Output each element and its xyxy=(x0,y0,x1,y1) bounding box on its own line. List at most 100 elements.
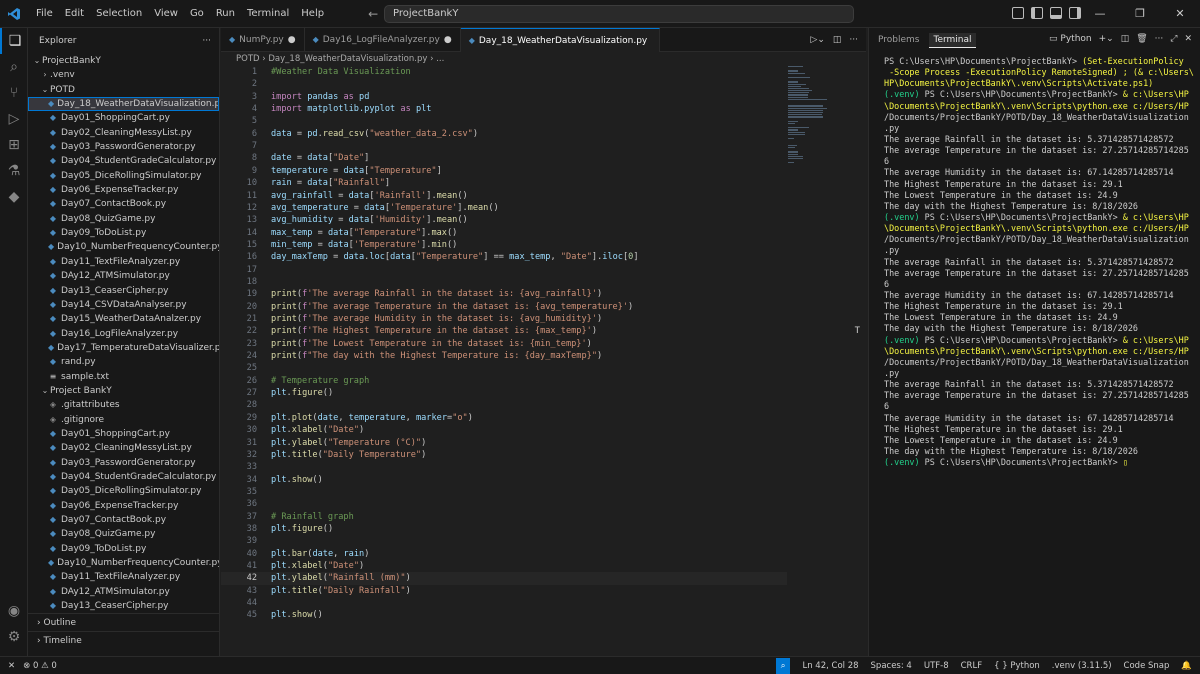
search-icon[interactable]: ⌕ xyxy=(0,54,28,80)
notifications-bell-icon[interactable]: 🔔 xyxy=(1181,661,1192,671)
code-line[interactable]: 43 plt.title("Daily Rainfall") xyxy=(221,585,787,597)
code-line[interactable]: 15 min_temp = data['Temperature'].min() xyxy=(221,239,787,251)
problems-status[interactable]: ⊗ 0 ⚠ 0 xyxy=(23,661,57,671)
testing-icon[interactable]: ⚗ xyxy=(0,158,28,184)
new-terminal-icon[interactable]: +⌄ xyxy=(1099,34,1114,44)
file-item[interactable]: ◆ Day11_TextFileAnalyzer.py xyxy=(28,570,219,584)
code-line[interactable]: 34 plt.show() xyxy=(221,474,787,486)
back-arrow-icon[interactable]: ← xyxy=(368,7,378,21)
account-icon[interactable]: ◉ xyxy=(0,598,28,624)
code-line[interactable]: 5 xyxy=(221,115,787,127)
more-actions-icon[interactable]: ··· xyxy=(1155,34,1164,44)
file-item[interactable]: ◆ Day04_StudentGradeCalculator.py xyxy=(28,154,219,168)
close-panel-icon[interactable]: ✕ xyxy=(1184,34,1192,44)
code-line[interactable]: 17 xyxy=(221,264,787,276)
file-item[interactable]: ◆ Day10_NumberFrequencyCounter.py xyxy=(28,240,219,254)
split-terminal-icon[interactable]: ◫ xyxy=(1121,34,1130,44)
code-line[interactable]: 32 plt.title("Daily Temperature") xyxy=(221,449,787,461)
code-line[interactable]: 42 plt.ylabel("Rainfall (mm)") xyxy=(221,572,787,585)
terminal-shell-icon[interactable]: ▭ Python xyxy=(1049,34,1092,44)
code-line[interactable]: 45 plt.show() xyxy=(221,609,787,621)
language-mode[interactable]: { } Python xyxy=(994,661,1040,671)
code-line[interactable]: 2 xyxy=(221,78,787,90)
code-line[interactable]: 37 # Rainfall graph xyxy=(221,511,787,523)
code-line[interactable]: 27 plt.figure() xyxy=(221,387,787,399)
breadcrumb-item[interactable]: Day_18_WeatherDataVisualization.py xyxy=(268,54,427,64)
menu-edit[interactable]: Edit xyxy=(59,0,90,28)
editor-tab[interactable]: ◆ NumPy.py ● xyxy=(221,28,305,52)
kill-terminal-icon[interactable]: 🗑 xyxy=(1136,34,1147,44)
menu-file[interactable]: File xyxy=(30,0,59,28)
code-line[interactable]: 20 print(f'The average Temperature in the… xyxy=(221,301,787,313)
file-item[interactable]: ◆ Day11_TextFileAnalyzer.py xyxy=(28,255,219,269)
code-line[interactable]: 10 rain = data["Rainfall"] xyxy=(221,177,787,189)
run-icon[interactable]: ▷⌄ xyxy=(810,35,824,45)
code-line[interactable]: 7 xyxy=(221,140,787,152)
indentation[interactable]: Spaces: 4 xyxy=(871,661,912,671)
editor-tab[interactable]: ◆ Day_18_WeatherDataVisualization.py xyxy=(460,28,661,52)
file-item[interactable]: ◆ Day06_ExpenseTracker.py xyxy=(28,499,219,513)
code-line[interactable]: 25 xyxy=(221,362,787,374)
folder-item[interactable]: ⌄ Project BankY xyxy=(28,384,219,398)
file-item[interactable]: ◆ Day04_StudentGradeCalculator.py xyxy=(28,470,219,484)
code-editor[interactable]: 1 #Weather Data Visualization 2 3 import pan… xyxy=(221,66,866,656)
file-item[interactable]: ≡ sample.txt xyxy=(28,370,219,384)
code-line[interactable]: 39 xyxy=(221,535,787,547)
code-line[interactable]: 19 print(f'The average Rainfall in the da… xyxy=(221,288,787,300)
breadcrumb-item[interactable]: ... xyxy=(436,54,444,64)
command-center-search[interactable]: ProjectBankY xyxy=(384,5,854,23)
source-control-icon[interactable]: ⑂ xyxy=(0,80,28,106)
file-item[interactable]: ◆ Day10_NumberFrequencyCounter.py xyxy=(28,556,219,570)
timeline-section[interactable]: › Timeline xyxy=(28,631,219,649)
file-item[interactable]: ◆ Day06_ExpenseTracker.py xyxy=(28,183,219,197)
cursor-position[interactable]: Ln 42, Col 28 xyxy=(802,661,858,671)
code-line[interactable]: 38 plt.figure() xyxy=(221,523,787,535)
file-item[interactable]: ◈ .gitignore xyxy=(28,413,219,427)
file-item[interactable]: ◆ Day_18_WeatherDataVisualization.py xyxy=(28,97,219,112)
close-icon[interactable]: ✕ xyxy=(1160,0,1200,28)
menu-run[interactable]: Run xyxy=(210,0,241,28)
customize-layout-icon[interactable] xyxy=(1012,7,1024,19)
run-debug-icon[interactable]: ▷ xyxy=(0,106,28,132)
file-item[interactable]: ◆ Day08_QuizGame.py xyxy=(28,527,219,541)
menu-view[interactable]: View xyxy=(148,0,184,28)
file-item[interactable]: ◆ Day02_CleaningMessyList.py xyxy=(28,441,219,455)
explorer-icon[interactable]: ❏ xyxy=(0,28,28,54)
file-item[interactable]: ◆ Day02_CleaningMessyList.py xyxy=(28,126,219,140)
menu-selection[interactable]: Selection xyxy=(90,0,148,28)
code-line[interactable]: 6 data = pd.read_csv("weather_data_2.csv"… xyxy=(221,128,787,140)
python-icon[interactable]: ◆ xyxy=(0,184,28,210)
toggle-panel-icon[interactable] xyxy=(1050,7,1062,19)
menu-go[interactable]: Go xyxy=(184,0,210,28)
zoom-icon[interactable]: ⌕ xyxy=(775,657,791,674)
code-line[interactable]: 24 print(f"The day with the Highest Tempe… xyxy=(221,350,787,362)
menu-help[interactable]: Help xyxy=(295,0,330,28)
code-line[interactable]: 4 import matplotlib.pyplot as plt xyxy=(221,103,787,115)
file-item[interactable]: ◆ Day03_PasswordGenerator.py xyxy=(28,140,219,154)
remote-icon[interactable]: ✕ xyxy=(8,661,15,671)
folder-item[interactable]: ⌄ POTD xyxy=(28,83,219,97)
code-line[interactable]: 33 xyxy=(221,461,787,473)
file-item[interactable]: ◆ Day13_CeaserCipher.py xyxy=(28,284,219,298)
panel-tab-problems[interactable]: Problems xyxy=(878,35,919,45)
code-line[interactable]: 11 avg_rainfall = data['Rainfall'].mean() xyxy=(221,190,787,202)
file-item[interactable]: ◆ Day14_CSVDataAnalyser.py xyxy=(28,298,219,312)
more-actions-icon[interactable]: ··· xyxy=(202,28,211,54)
file-item[interactable]: ◆ DAy12_ATMSimulator.py xyxy=(28,269,219,283)
code-line[interactable]: 14 max_temp = data["Temperature"].max() xyxy=(221,227,787,239)
code-line[interactable]: 36 xyxy=(221,498,787,510)
code-line[interactable]: 13 avg_humidity = data['Humidity'].mean() xyxy=(221,214,787,226)
code-line[interactable]: 41 plt.xlabel("Date") xyxy=(221,560,787,572)
file-item[interactable]: ◆ Day09_ToDoList.py xyxy=(28,542,219,556)
menu-terminal[interactable]: Terminal xyxy=(241,0,295,28)
file-item[interactable]: ◆ rand.py xyxy=(28,355,219,369)
code-line[interactable]: 1 #Weather Data Visualization xyxy=(221,66,787,78)
file-item[interactable]: ◆ DAy12_ATMSimulator.py xyxy=(28,585,219,599)
code-line[interactable]: 44 xyxy=(221,597,787,609)
encoding[interactable]: UTF-8 xyxy=(924,661,949,671)
extensions-icon[interactable]: ⊞ xyxy=(0,132,28,158)
file-item[interactable]: ◆ Day13_CeaserCipher.py xyxy=(28,599,219,613)
code-line[interactable]: 31 plt.ylabel("Temperature (°C)") xyxy=(221,437,787,449)
file-item[interactable]: ◆ Day17_TemperatureDataVisualizer.py xyxy=(28,341,219,355)
restore-icon[interactable]: ❐ xyxy=(1120,0,1160,28)
